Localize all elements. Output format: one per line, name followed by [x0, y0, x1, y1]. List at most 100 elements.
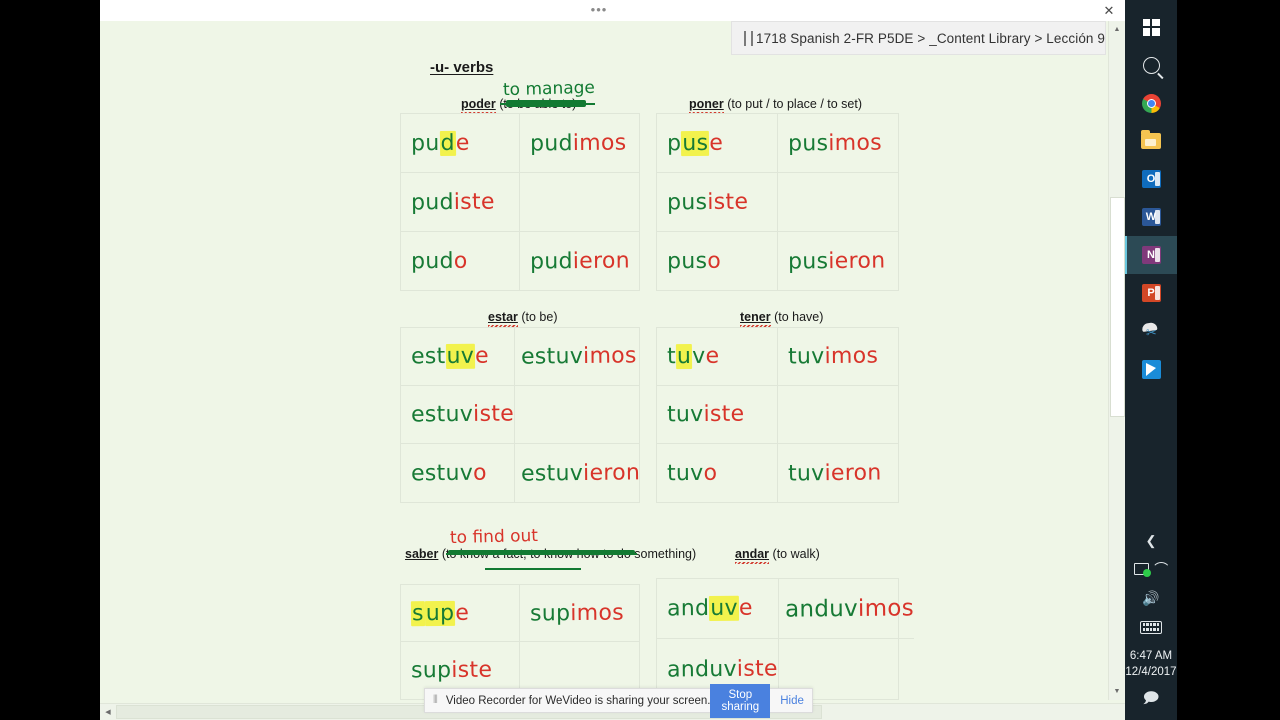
conjugation-table-tener[interactable]: tuve tuvimos tuviste tuvo tuvieron [656, 327, 899, 503]
vertical-scroll-thumb[interactable] [1110, 197, 1125, 417]
table-cell[interactable]: anduvimos [778, 579, 914, 639]
verb-heading-poner: poner (to put / to place / to set) [689, 97, 862, 114]
taskbar-search[interactable] [1125, 46, 1177, 84]
table-cell-empty[interactable] [515, 386, 641, 444]
table-cell[interactable]: tuvimos [777, 328, 898, 386]
tray-volume[interactable]: 🔊 [1125, 584, 1177, 612]
snipping-tool-icon [1141, 322, 1161, 341]
table-cell[interactable]: estuviste [401, 386, 516, 444]
table-cell[interactable]: pusimos [777, 114, 898, 173]
table-cell[interactable]: tuvo [657, 444, 778, 502]
close-icon[interactable]: ✕ [1100, 2, 1118, 20]
taskbar-outlook[interactable]: O [1125, 160, 1177, 198]
start-button[interactable] [1125, 8, 1177, 46]
breadcrumb-text: 1718 Spanish 2-FR P5DE > _Content Librar… [756, 30, 1106, 46]
window-chrome: ••• ✕ [100, 0, 1125, 21]
breadcrumb: 1718 Spanish 2-FR P5DE > _Content Librar… [731, 21, 1144, 55]
table-cell[interactable]: pudieron [520, 232, 639, 291]
taskbar-powerpoint[interactable]: P [1125, 274, 1177, 312]
taskbar-onenote[interactable]: N [1125, 236, 1177, 274]
onenote-icon: N [1141, 246, 1161, 264]
verb-infinitive: poder [461, 97, 496, 114]
conjugation-table-andar[interactable]: anduve anduvimos anduviste [656, 578, 914, 700]
table-cell[interactable]: tuviste [657, 386, 778, 444]
strikeout-line [446, 553, 637, 555]
verb-infinitive: estar [488, 310, 518, 327]
search-icon [1142, 56, 1160, 74]
desktop-screen: ••• ✕ 1718 Spanish 2-FR P5DE > _Content … [0, 0, 1280, 720]
clock-date[interactable]: 12/4/2017 [1125, 664, 1177, 680]
drag-handle-icon[interactable]: ⦀ [433, 694, 438, 707]
table-cell[interactable]: pude [401, 114, 520, 173]
table-cell-empty[interactable] [777, 173, 898, 232]
table-cell[interactable]: pudimos [520, 114, 639, 173]
windows-logo-icon [1142, 18, 1160, 36]
annotation-to-find-out: to find out [449, 525, 539, 549]
table-cell[interactable]: pusiste [657, 173, 778, 232]
blue-app-icon [1141, 359, 1161, 379]
verb-translation: (to walk) [772, 547, 820, 561]
table-cell[interactable]: tuvieron [778, 444, 899, 502]
system-tray: ❮ ⌒ 🔊 6:47 AM 12/4/2017 🗩 [1125, 528, 1177, 716]
screen-share-bar: ⦀ Video Recorder for WeVideo is sharing … [424, 683, 813, 718]
table-cell-empty[interactable] [777, 386, 898, 444]
table-cell[interactable]: puse [657, 114, 778, 173]
file-explorer-icon [1141, 130, 1161, 149]
table-cell[interactable]: tuve [657, 328, 778, 386]
powerpoint-icon: P [1141, 284, 1161, 302]
note-canvas[interactable]: -u- verbs poder (to be able to) to manag… [100, 55, 1107, 700]
table-cell[interactable]: estuvimos [515, 328, 641, 386]
verb-heading-tener: tener (to have) [740, 310, 824, 327]
clock-time[interactable]: 6:47 AM [1125, 648, 1177, 664]
hide-link[interactable]: Hide [780, 695, 804, 707]
verb-infinitive: tener [740, 310, 771, 327]
vertical-scrollbar[interactable]: ▲ ▼ [1108, 21, 1125, 700]
conjugation-table-poder[interactable]: pude pudimos pudiste pudo pudieron [400, 113, 640, 291]
annotation-to-manage: to manage [502, 77, 596, 101]
table-cell[interactable]: pudiste [401, 173, 520, 232]
taskbar-chrome[interactable] [1125, 84, 1177, 122]
wifi-icon[interactable]: ⌒ [1154, 562, 1168, 576]
verb-infinitive: saber [405, 547, 439, 561]
table-cell[interactable]: pudo [401, 232, 520, 291]
outlook-icon: O [1141, 170, 1161, 188]
table-cell[interactable]: pusieron [778, 232, 899, 291]
conjugation-table-poner[interactable]: puse pusimos pusiste puso pusieron [656, 113, 899, 291]
strikeout-line [500, 103, 595, 105]
strikeout-line-2 [485, 568, 581, 570]
action-center-icon: 🗩 [1142, 689, 1160, 707]
scroll-down-button[interactable]: ▼ [1109, 683, 1125, 699]
stop-sharing-button[interactable]: Stop sharing [710, 683, 771, 718]
show-hidden-icons-icon[interactable]: ❮ [1125, 528, 1177, 554]
table-cell[interactable]: puso [657, 232, 778, 291]
share-message: Video Recorder for WeVideo is sharing yo… [445, 694, 711, 707]
table-cell[interactable]: estuvieron [515, 444, 640, 502]
keyboard-icon [1140, 620, 1162, 634]
network-icon[interactable] [1133, 563, 1151, 577]
action-center[interactable]: 🗩 [1125, 680, 1177, 716]
table-cell[interactable]: supe [401, 585, 520, 642]
word-icon: W [1141, 208, 1161, 226]
table-cell[interactable]: estuvo [401, 444, 516, 502]
tray-keyboard[interactable] [1125, 612, 1177, 642]
verb-heading-andar: andar (to walk) [735, 547, 820, 564]
table-cell-empty[interactable] [520, 173, 639, 232]
page-title: -u- verbs [430, 59, 494, 76]
verb-translation: (to have) [774, 310, 824, 324]
taskbar-blue-app[interactable] [1125, 350, 1177, 388]
conjugation-table-estar[interactable]: estuve estuvimos estuviste estuvo estuvi… [400, 327, 640, 503]
taskbar-snipping-tool[interactable] [1125, 312, 1177, 350]
taskbar-word[interactable]: W [1125, 198, 1177, 236]
table-cell[interactable]: estuve [401, 328, 516, 386]
scroll-up-button[interactable]: ▲ [1109, 21, 1125, 37]
scroll-left-button[interactable]: ◀ [101, 705, 115, 719]
table-cell[interactable]: supimos [520, 585, 639, 642]
taskbar-file-explorer[interactable] [1125, 122, 1177, 160]
verb-translation: (to be) [521, 310, 558, 324]
tray-network-row[interactable]: ⌒ [1125, 554, 1177, 584]
table-cell[interactable]: anduve [657, 579, 779, 639]
verb-infinitive: andar [735, 547, 770, 564]
conjugation-table-saber[interactable]: supe supimos supiste [400, 584, 640, 700]
more-options-icon[interactable]: ••• [589, 3, 609, 19]
notebook-icon [744, 30, 753, 46]
